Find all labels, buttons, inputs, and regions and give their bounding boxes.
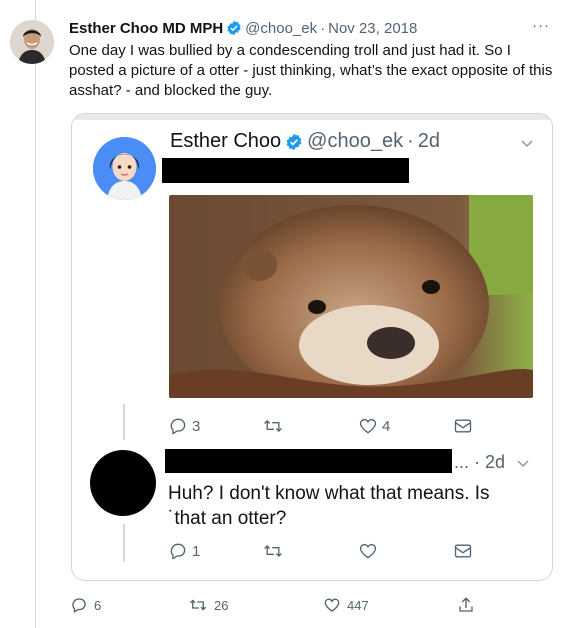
like-icon[interactable] xyxy=(323,596,341,614)
like-action: 4 xyxy=(358,416,390,436)
chevron-down-icon xyxy=(516,456,530,470)
verified-badge-icon xyxy=(285,133,303,151)
image-edge xyxy=(72,114,552,120)
tweet-header: Esther Choo MD MPH @choo_ek · Nov 23, 20… xyxy=(69,17,554,39)
reply-icon xyxy=(168,541,188,561)
like-action xyxy=(358,541,378,561)
quoted-handle: @choo_ek xyxy=(307,130,404,152)
reply-action-bar: 1 xyxy=(168,541,548,561)
chevron-down-icon xyxy=(520,136,534,150)
like-count: 4 xyxy=(382,417,391,435)
otter-photo xyxy=(169,195,533,398)
retweet-action xyxy=(262,541,284,561)
like-button[interactable]: 447 xyxy=(323,596,369,614)
message-action xyxy=(453,541,473,561)
quoted-avatar xyxy=(93,137,156,200)
reply-count: 3 xyxy=(192,417,201,435)
retweet-count: 26 xyxy=(214,597,229,613)
quoted-header: Esther Choo @choo_ek · 2d xyxy=(170,130,440,153)
tweet-date[interactable]: Nov 23, 2018 xyxy=(328,20,417,37)
retweet-icon xyxy=(262,416,284,436)
thread-rule xyxy=(35,0,36,628)
retweet-icon xyxy=(262,541,284,561)
verified-badge-icon xyxy=(226,20,242,36)
share-icon[interactable] xyxy=(457,596,475,614)
quoted-image[interactable]: Esther Choo @choo_ek · 2d 3 4 ... · 2d H… xyxy=(71,113,553,581)
reply-text: Huh? I don't know what that means. Is ˙t… xyxy=(168,483,490,529)
separator: · xyxy=(320,19,326,37)
reply-action: 3 xyxy=(168,416,200,436)
quoted-time: 2d xyxy=(417,130,441,152)
author-name[interactable]: Esther Choo MD MPH xyxy=(69,20,223,37)
thread-line xyxy=(123,524,125,562)
message-action xyxy=(453,416,473,436)
share-button[interactable] xyxy=(457,596,475,614)
message-icon xyxy=(453,541,473,561)
redaction-bar xyxy=(162,158,409,183)
reply-count: 6 xyxy=(94,597,102,613)
retweet-icon[interactable] xyxy=(188,596,208,614)
thread-line xyxy=(123,404,125,440)
reply-icon xyxy=(168,416,188,436)
like-icon xyxy=(358,416,378,436)
retweet-button[interactable]: 26 xyxy=(188,596,228,614)
separator: · xyxy=(407,130,414,152)
reply-time: ... · 2d xyxy=(454,452,506,472)
retweet-action xyxy=(262,416,284,436)
quoted-author-name: Esther Choo xyxy=(170,130,282,152)
reply-meta: ... · 2d xyxy=(454,452,530,473)
author-handle[interactable]: @choo_ek xyxy=(245,20,317,37)
avatar[interactable] xyxy=(10,20,54,64)
redaction-bar xyxy=(165,449,452,473)
message-icon xyxy=(453,416,473,436)
reply-icon[interactable] xyxy=(70,596,88,614)
redacted-avatar xyxy=(90,450,156,516)
more-icon[interactable]: ··· xyxy=(532,17,550,34)
like-count: 447 xyxy=(347,597,369,613)
tweet-text: One day I was bullied by a condescending… xyxy=(69,42,553,99)
quoted-action-bar: 3 4 xyxy=(168,416,548,436)
reply-action: 1 xyxy=(168,541,200,561)
reply-button[interactable]: 6 xyxy=(70,596,101,614)
reply-count: 1 xyxy=(192,542,201,560)
like-icon xyxy=(358,541,378,561)
